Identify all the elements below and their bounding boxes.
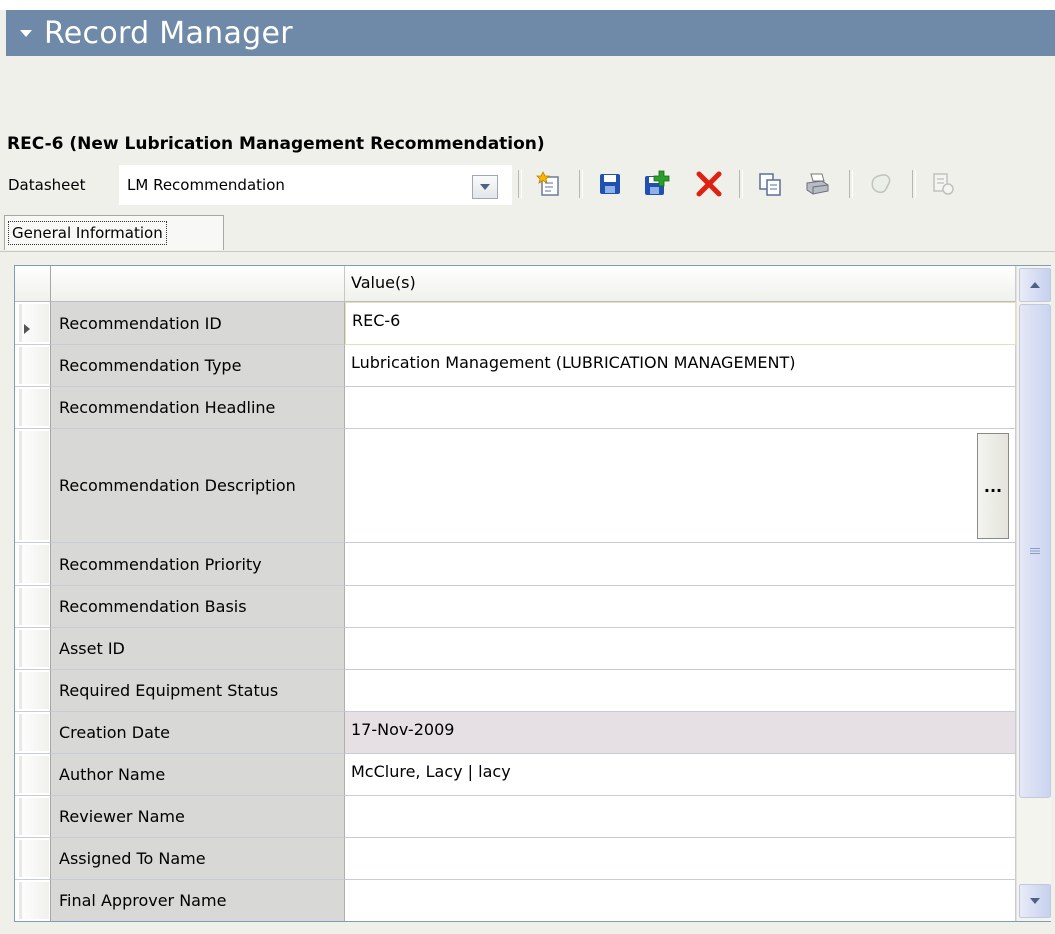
value-column-header: Value(s) — [345, 266, 1016, 302]
field-name: Recommendation Priority — [51, 543, 345, 586]
row-selector[interactable] — [15, 838, 51, 880]
datasheet-grid: Value(s) Recommendation ID REC-6 Recomme… — [14, 265, 1051, 922]
field-value-readonly: 17-Nov-2009 — [345, 712, 1016, 754]
copy-icon[interactable] — [754, 168, 786, 200]
row-selector[interactable] — [15, 429, 51, 543]
datasheet-select[interactable]: LM Recommendation — [119, 165, 512, 205]
field-value-input[interactable] — [345, 796, 1016, 838]
table-row[interactable]: Recommendation Headline — [15, 387, 1016, 429]
print-icon[interactable] — [801, 168, 833, 200]
grid-header-row: Value(s) — [15, 266, 1016, 302]
tab-label: General Information — [8, 221, 167, 245]
field-name: Final Approver Name — [51, 880, 345, 921]
field-name: Assigned To Name — [51, 838, 345, 880]
table-row[interactable]: Required Equipment Status — [15, 670, 1016, 712]
field-value-input[interactable] — [345, 838, 1016, 880]
current-row-pointer-icon — [24, 324, 30, 334]
field-name: Recommendation Type — [51, 345, 345, 387]
scroll-up-icon[interactable] — [1019, 268, 1051, 302]
toolbar: Datasheet LM Recommendation — [0, 163, 1055, 207]
field-name: Recommendation Basis — [51, 586, 345, 628]
table-row[interactable]: Author Name McClure, Lacy | lacy — [15, 754, 1016, 796]
field-value-input[interactable] — [345, 586, 1016, 628]
save-and-add-icon[interactable] — [640, 168, 672, 200]
field-value-input[interactable]: McClure, Lacy | lacy — [345, 754, 1016, 796]
toolbar-separator — [912, 170, 916, 198]
field-name: Required Equipment Status — [51, 670, 345, 712]
row-selector[interactable] — [15, 796, 51, 838]
table-row[interactable]: Final Approver Name — [15, 880, 1016, 921]
field-name: Recommendation Headline — [51, 387, 345, 429]
table-row[interactable]: Recommendation Basis — [15, 586, 1016, 628]
record-manager-header[interactable]: Record Manager — [6, 10, 1055, 56]
vertical-scrollbar[interactable] — [1016, 266, 1051, 921]
field-value-input[interactable] — [345, 880, 1016, 921]
table-row[interactable]: Recommendation ID REC-6 — [15, 302, 1016, 345]
record-title: REC-6 (New Lubrication Management Recomm… — [7, 134, 545, 154]
table-row[interactable]: Reviewer Name — [15, 796, 1016, 838]
table-row[interactable]: Asset ID — [15, 628, 1016, 670]
field-name: Asset ID — [51, 628, 345, 670]
row-selector[interactable] — [15, 586, 51, 628]
new-record-icon[interactable] — [533, 168, 565, 200]
datasheet-label: Datasheet — [8, 176, 86, 194]
panel-title: Record Manager — [44, 15, 293, 51]
link-icon — [864, 168, 896, 200]
table-row[interactable]: Assigned To Name — [15, 838, 1016, 880]
report-icon — [927, 168, 959, 200]
field-name: Reviewer Name — [51, 796, 345, 838]
tab-general-information[interactable]: General Information — [4, 215, 224, 250]
field-name: Recommendation Description — [51, 429, 345, 543]
collapse-caret-icon[interactable] — [6, 28, 40, 38]
scrollbar-thumb[interactable] — [1019, 304, 1051, 798]
field-value-input[interactable] — [345, 628, 1016, 670]
field-name: Recommendation ID — [51, 302, 345, 345]
scroll-down-icon[interactable] — [1019, 884, 1051, 918]
field-value-input[interactable]: ... — [345, 429, 1016, 543]
header-corner — [15, 266, 51, 302]
toolbar-separator — [849, 170, 853, 198]
datasheet-selected-value: LM Recommendation — [127, 176, 285, 194]
toolbar-separator — [579, 170, 583, 198]
table-row[interactable]: Creation Date 17-Nov-2009 — [15, 712, 1016, 754]
field-name: Author Name — [51, 754, 345, 796]
row-selector[interactable] — [15, 880, 51, 921]
row-selector[interactable] — [15, 628, 51, 670]
field-value-input[interactable]: Lubrication Management (LUBRICATION MANA… — [345, 345, 1016, 387]
toolbar-separator — [518, 170, 522, 198]
field-value-input[interactable] — [345, 543, 1016, 586]
row-selector[interactable] — [15, 712, 51, 754]
save-icon[interactable] — [594, 168, 626, 200]
table-row[interactable]: Recommendation Type Lubrication Manageme… — [15, 345, 1016, 387]
grid-body: Value(s) Recommendation ID REC-6 Recomme… — [15, 266, 1016, 921]
row-selector[interactable] — [15, 754, 51, 796]
chevron-down-icon[interactable] — [472, 175, 498, 199]
field-value-input[interactable] — [345, 670, 1016, 712]
table-row[interactable]: Recommendation Description ... — [15, 429, 1016, 543]
field-value-input[interactable]: REC-6 — [345, 302, 1016, 345]
ellipsis-button[interactable]: ... — [977, 433, 1009, 539]
tab-bar: General Information — [0, 213, 1055, 252]
row-selector[interactable] — [15, 302, 51, 345]
toolbar-separator — [739, 170, 743, 198]
field-column-header — [51, 266, 345, 302]
row-selector[interactable] — [15, 345, 51, 387]
field-name: Creation Date — [51, 712, 345, 754]
row-selector[interactable] — [15, 387, 51, 429]
delete-icon[interactable] — [693, 168, 725, 200]
field-value-input[interactable] — [345, 387, 1016, 429]
row-selector[interactable] — [15, 670, 51, 712]
table-row[interactable]: Recommendation Priority — [15, 543, 1016, 586]
row-selector[interactable] — [15, 543, 51, 586]
top-margin — [0, 0, 1055, 10]
